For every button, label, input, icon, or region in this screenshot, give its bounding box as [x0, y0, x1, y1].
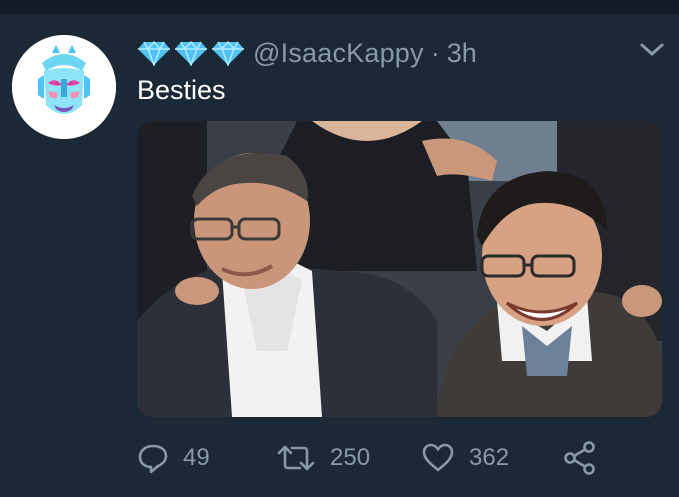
gem-icon — [175, 40, 207, 66]
tweet-header: @IsaacKappy · 3h — [137, 36, 477, 70]
timestamp[interactable]: 3h — [447, 38, 477, 69]
separator-dot: · — [430, 37, 440, 68]
gem-icon — [212, 40, 244, 66]
user-handle[interactable]: @IsaacKappy — [253, 38, 424, 69]
heart-icon — [422, 443, 454, 472]
avatar-mask-image — [12, 35, 116, 139]
reply-button[interactable]: 49 — [137, 438, 210, 478]
share-button[interactable] — [564, 438, 596, 478]
reply-icon — [138, 444, 168, 474]
gem-icon — [138, 40, 170, 66]
chevron-down-icon[interactable] — [638, 38, 666, 60]
retweet-button[interactable]: 250 — [276, 438, 370, 478]
like-count: 362 — [469, 444, 510, 471]
like-button[interactable]: 362 — [421, 438, 509, 478]
badge-group — [137, 40, 245, 66]
tweet-actions: 49 250 362 — [0, 438, 679, 478]
retweet-count: 250 — [330, 444, 371, 471]
reply-count: 49 — [183, 444, 210, 471]
tweet-text: Besties — [137, 75, 226, 105]
photo-image — [137, 121, 662, 417]
retweet-icon — [277, 445, 315, 471]
tweet-photo[interactable] — [137, 121, 662, 417]
share-icon — [564, 441, 595, 475]
top-bar — [0, 0, 679, 14]
avatar[interactable] — [12, 35, 116, 139]
